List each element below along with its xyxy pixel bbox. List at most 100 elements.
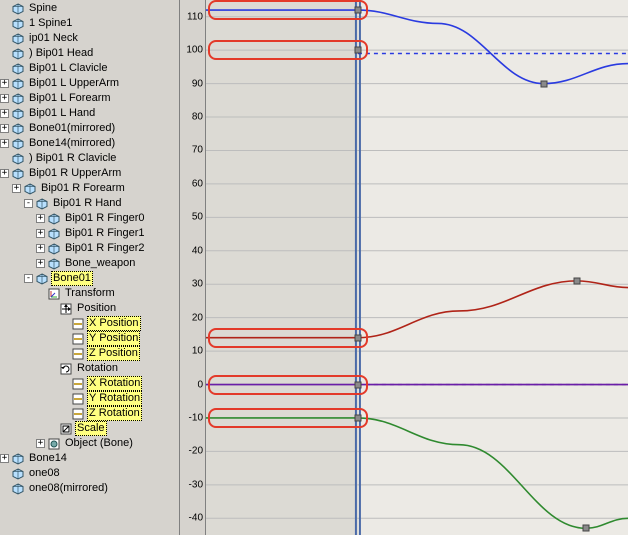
tree-node-label[interactable]: ) Bip01 R Clavicle — [27, 151, 118, 166]
keyframe-handle[interactable] — [354, 381, 361, 388]
tree-node[interactable]: ) Bip01 R Clavicle — [0, 151, 179, 166]
tree-node[interactable]: Z Rotation — [0, 406, 179, 421]
tree-node[interactable]: Z Position — [0, 346, 179, 361]
y-tick-label: 90 — [192, 78, 203, 89]
tree-node-label[interactable]: Bip01 L UpperArm — [27, 76, 121, 91]
tree-node[interactable]: Y Position — [0, 331, 179, 346]
cube-icon — [12, 63, 24, 75]
tree-node[interactable]: + Bip01 R UpperArm — [0, 166, 179, 181]
tree-node-label[interactable]: Bip01 R Finger2 — [63, 241, 147, 256]
tree-node[interactable]: + Bone14 — [0, 451, 179, 466]
expand-toggle[interactable]: + — [36, 259, 45, 268]
expand-toggle[interactable]: + — [0, 139, 9, 148]
tree-node[interactable]: one08(mirrored) — [0, 481, 179, 496]
tree-node[interactable]: + Bip01 L UpperArm — [0, 76, 179, 91]
tree-node-label[interactable]: Bip01 R UpperArm — [27, 166, 123, 181]
keyframe-handle[interactable] — [354, 414, 361, 421]
tree-node-label[interactable]: Bone01 — [51, 271, 93, 286]
tree-node-label[interactable]: Bone01(mirrored) — [27, 121, 117, 136]
keyframe-handle[interactable] — [574, 277, 581, 284]
tree-node[interactable]: X Position — [0, 316, 179, 331]
tree-node[interactable]: Transform — [0, 286, 179, 301]
tree-node[interactable]: ip01 Neck — [0, 31, 179, 46]
keyframe-handle[interactable] — [354, 47, 361, 54]
expand-toggle[interactable]: - — [24, 274, 33, 283]
tree-node-label[interactable]: Bip01 R Finger1 — [63, 226, 147, 241]
expand-toggle-blank — [0, 4, 9, 13]
keyframe-handle[interactable] — [354, 334, 361, 341]
tree-node[interactable]: + Bip01 R Finger2 — [0, 241, 179, 256]
tree-node[interactable]: Spine — [0, 1, 179, 16]
tree-node[interactable]: + Bip01 R Forearm — [0, 181, 179, 196]
tree-node[interactable]: + Bip01 L Hand — [0, 106, 179, 121]
tree-node-label[interactable]: one08(mirrored) — [27, 481, 110, 496]
curve-plot[interactable] — [206, 0, 628, 535]
cube-icon — [12, 48, 24, 60]
expand-toggle[interactable]: + — [0, 94, 9, 103]
tree-node[interactable]: + Bip01 R Finger0 — [0, 211, 179, 226]
tree-node[interactable]: Position — [0, 301, 179, 316]
expand-toggle[interactable]: + — [0, 109, 9, 118]
tree-node[interactable]: - Bone01 — [0, 271, 179, 286]
tree-node-label[interactable]: Bip01 L Clavicle — [27, 61, 109, 76]
tree-node-label[interactable]: one08 — [27, 466, 62, 481]
expand-toggle[interactable]: + — [36, 214, 45, 223]
tree-node[interactable]: Y Rotation — [0, 391, 179, 406]
tree-node[interactable]: + Bone01(mirrored) — [0, 121, 179, 136]
tree-node-label[interactable]: Scale — [75, 421, 107, 436]
tree-node[interactable]: 1 Spine1 — [0, 16, 179, 31]
expand-toggle[interactable]: + — [12, 184, 21, 193]
tree-node-label[interactable]: Position — [75, 301, 118, 316]
tree-node[interactable]: + Object (Bone) — [0, 436, 179, 451]
tree-node-label[interactable]: X Position — [87, 316, 141, 331]
tree-node-label[interactable]: Bip01 R Hand — [51, 196, 124, 211]
tree-node[interactable]: Rotation — [0, 361, 179, 376]
expand-toggle[interactable]: + — [36, 439, 45, 448]
tree-node-label[interactable]: ) Bip01 Head — [27, 46, 95, 61]
y-tick-label: 30 — [192, 279, 203, 290]
tree-node-label[interactable]: Y Position — [87, 331, 140, 346]
tree-node[interactable]: X Rotation — [0, 376, 179, 391]
tree-node-label[interactable]: ip01 Neck — [27, 31, 80, 46]
expand-toggle[interactable]: + — [0, 79, 9, 88]
keyframe-handle[interactable] — [354, 7, 361, 14]
expand-toggle[interactable]: + — [0, 169, 9, 178]
keyframe-handle[interactable] — [540, 80, 547, 87]
tree-node-label[interactable]: X Rotation — [87, 376, 142, 391]
cube-icon — [12, 33, 24, 45]
tree-node-label[interactable]: Bip01 R Forearm — [39, 181, 127, 196]
tree-node-label[interactable]: Bip01 R Finger0 — [63, 211, 147, 226]
tree-node[interactable]: ) Bip01 Head — [0, 46, 179, 61]
tree-node-label[interactable]: Transform — [63, 286, 117, 301]
expand-toggle[interactable]: - — [24, 199, 33, 208]
tree-node[interactable]: one08 — [0, 466, 179, 481]
tree-node[interactable]: + Bip01 L Forearm — [0, 91, 179, 106]
tree-node-label[interactable]: Bip01 L Forearm — [27, 91, 113, 106]
tree-node[interactable]: - Bip01 R Hand — [0, 196, 179, 211]
tree-node-label[interactable]: Bone_weapon — [63, 256, 137, 271]
tree-node-label[interactable]: Spine — [27, 1, 59, 16]
tree-node[interactable]: + Bip01 R Finger1 — [0, 226, 179, 241]
expand-toggle[interactable]: + — [0, 124, 9, 133]
tree-node[interactable]: Scale — [0, 421, 179, 436]
tree-node-label[interactable]: Bip01 L Hand — [27, 106, 97, 121]
expand-toggle-blank — [60, 379, 69, 388]
curve-editor[interactable]: 1101009080706050403020100-10-20-30-40 — [180, 0, 628, 535]
tree-node-label[interactable]: Z Rotation — [87, 406, 142, 421]
hierarchy-tree[interactable]: Spine1 Spine1ip01 Neck) Bip01 HeadBip01 … — [0, 0, 180, 535]
keyframe-handle[interactable] — [582, 525, 589, 532]
tree-node-label[interactable]: Bone14 — [27, 451, 69, 466]
tree-node-label[interactable]: Rotation — [75, 361, 120, 376]
tree-node[interactable]: + Bone14(mirrored) — [0, 136, 179, 151]
tree-node-label[interactable]: 1 Spine1 — [27, 16, 74, 31]
expand-toggle[interactable]: + — [36, 229, 45, 238]
tree-node-label[interactable]: Y Rotation — [87, 391, 142, 406]
tree-node-label[interactable]: Bone14(mirrored) — [27, 136, 117, 151]
tree-node[interactable]: + Bone_weapon — [0, 256, 179, 271]
tree-node[interactable]: Bip01 L Clavicle — [0, 61, 179, 76]
tree-node-label[interactable]: Z Position — [87, 346, 140, 361]
expand-toggle[interactable]: + — [36, 244, 45, 253]
cube-icon — [48, 228, 60, 240]
tree-node-label[interactable]: Object (Bone) — [63, 436, 135, 451]
expand-toggle[interactable]: + — [0, 454, 9, 463]
